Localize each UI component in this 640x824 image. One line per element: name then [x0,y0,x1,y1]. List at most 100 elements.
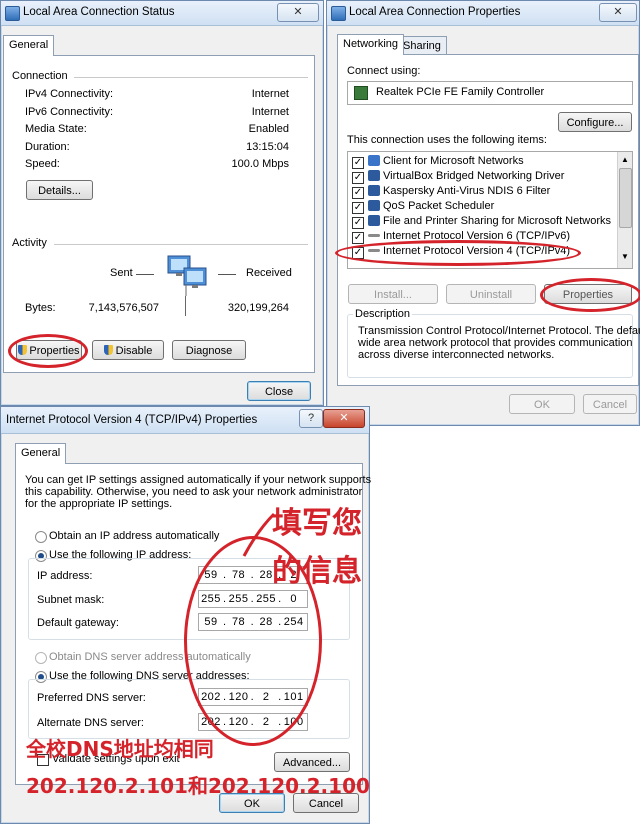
networking-panel: Connect using: Realtek PCIe FE Family Co… [337,54,640,386]
list-item[interactable]: ✓ Internet Protocol Version 4 (TCP/IPv4) [352,244,570,259]
diagnose-button[interactable]: Diagnose [172,340,246,360]
activity-heading: Activity [12,237,47,249]
ip-address-label: IP address: [37,570,93,582]
install-button[interactable]: Install... [348,284,438,304]
driver-icon [368,170,380,181]
list-item[interactable]: ✓ Client for Microsoft Networks [352,154,524,169]
subnet-label: Subnet mask: [37,594,105,606]
service-icon [368,215,380,226]
disable-label: Disable [115,345,153,357]
duration-value: 13:15:04 [246,141,289,153]
details-button[interactable]: Details... [26,180,93,200]
annotation-text: 的信息 [272,554,362,589]
preferred-dns-label: Preferred DNS server: [37,692,146,704]
obtain-ip-radio[interactable] [35,531,47,543]
tab-networking[interactable]: Networking [337,34,405,55]
tab-general[interactable]: General [15,443,67,464]
bytes-label: Bytes: [25,302,56,314]
annotation-text: 全校DNS地址均相同 [26,737,214,761]
properties-titlebar: Local Area Connection Properties ✕ [327,1,639,26]
obtain-dns-label: Obtain DNS server address automatically [49,651,251,663]
close-icon[interactable]: ✕ [599,3,637,22]
properties-title: Local Area Connection Properties [349,6,521,18]
preferred-dns-input[interactable]: 202. 120. 2. 101 [198,688,308,706]
adapter-box: Realtek PCIe FE Family Controller [347,81,633,105]
driver-icon [368,185,380,196]
scroll-thumb[interactable] [619,168,632,228]
list-item[interactable]: ✓ Kaspersky Anti-Virus NDIS 6 Filter [352,184,550,199]
intro-text: You can get IP settings assigned automat… [25,474,372,486]
items-label: This connection uses the following items… [347,134,547,146]
status-window: Local Area Connection Status ✕ General C… [0,0,324,406]
list-item[interactable]: ✓ File and Printer Sharing for Microsoft … [352,214,611,229]
tab-sharing[interactable]: Sharing [397,36,447,55]
media-state-value: Enabled [248,123,289,135]
gateway-label: Default gateway: [37,617,119,629]
item-checkbox[interactable]: ✓ [352,202,364,214]
close-icon[interactable]: ✕ [323,409,365,428]
protocol-icon [368,234,380,237]
status-titlebar: Local Area Connection Status ✕ [1,1,323,26]
tab-general[interactable]: General [3,35,55,56]
close-icon[interactable]: ✕ [277,3,319,22]
protocol-icon [368,249,380,252]
alternate-dns-input[interactable]: 202. 120. 2. 100 [198,713,308,731]
intro-text: this capability. Otherwise, you need to … [25,486,363,498]
scroll-up-icon[interactable]: ▲ [621,155,629,164]
scroll-down-icon[interactable]: ▼ [621,252,629,261]
network-icon [331,6,346,21]
status-title: Local Area Connection Status [23,6,175,18]
properties-window: Local Area Connection Properties ✕ Netwo… [326,0,640,426]
subnet-input[interactable]: 255. 255. 255. 0 [198,590,308,608]
cancel-button[interactable]: Cancel [583,394,637,414]
item-checkbox[interactable]: ✓ [352,172,364,184]
close-button[interactable]: Close [247,381,311,401]
ipv6-label: IPv6 Connectivity: [25,106,114,118]
advanced-button[interactable]: Advanced... [274,752,350,772]
shield-icon [103,345,113,355]
help-button[interactable]: ? [299,409,323,428]
item-checkbox[interactable]: ✓ [352,157,364,169]
item-checkbox[interactable]: ✓ [352,217,364,229]
obtain-ip-label: Obtain an IP address automatically [49,530,220,542]
bytes-received: 320,199,264 [227,302,289,314]
properties-button[interactable]: Properties [16,340,82,360]
ipv4-title: Internet Protocol Version 4 (TCP/IPv4) P… [6,414,258,426]
alternate-dns-label: Alternate DNS server: [37,717,144,729]
received-label: Received [246,267,292,279]
network-activity-icon [167,255,207,296]
description-heading: Description [353,308,413,320]
list-item[interactable]: ✓ VirtualBox Bridged Networking Driver [352,169,564,184]
item-checkbox[interactable]: ✓ [352,247,364,259]
list-item[interactable]: ✓ Internet Protocol Version 6 (TCP/IPv6) [352,229,570,244]
adapter-name: Realtek PCIe FE Family Controller [376,86,545,98]
uninstall-button[interactable]: Uninstall [446,284,536,304]
ipv6-value: Internet [251,106,289,118]
list-item[interactable]: ✓ QoS Packet Scheduler [352,199,494,214]
description-text: across diverse interconnected networks. [358,349,555,361]
connection-heading: Connection [12,70,68,82]
bytes-sent: 7,143,576,507 [88,302,159,314]
item-checkbox[interactable]: ✓ [352,187,364,199]
annotation-text: 填写您 [272,506,362,541]
intro-text: for the appropriate IP settings. [25,498,173,510]
status-panel: Connection IPv4 Connectivity: Internet I… [3,55,315,373]
annotation-text: 202.120.2.101和202.120.2.100 [26,774,370,798]
gateway-input[interactable]: 59. 78. 28. 254 [198,613,308,631]
configure-button[interactable]: Configure... [558,112,632,132]
service-icon [368,200,380,211]
items-list[interactable]: ✓ Client for Microsoft Networks ✓ VirtualB… [347,151,633,269]
sent-label: Sent [110,267,133,279]
description-text: Transmission Control Protocol/Internet P… [358,325,640,337]
connect-using-label: Connect using: [347,65,421,77]
properties-button[interactable]: Properties [544,284,632,304]
ipv4-label: IPv4 Connectivity: [25,88,114,100]
speed-value: 100.0 Mbps [231,158,289,170]
list-scrollbar[interactable]: ▲ ▼ [617,152,632,268]
ipv4-value: Internet [251,88,289,100]
description-text: wide area network protocol that provides… [358,337,633,349]
obtain-dns-radio[interactable] [35,652,47,664]
item-checkbox[interactable]: ✓ [352,232,364,244]
ok-button[interactable]: OK [509,394,575,414]
disable-button[interactable]: Disable [92,340,164,360]
